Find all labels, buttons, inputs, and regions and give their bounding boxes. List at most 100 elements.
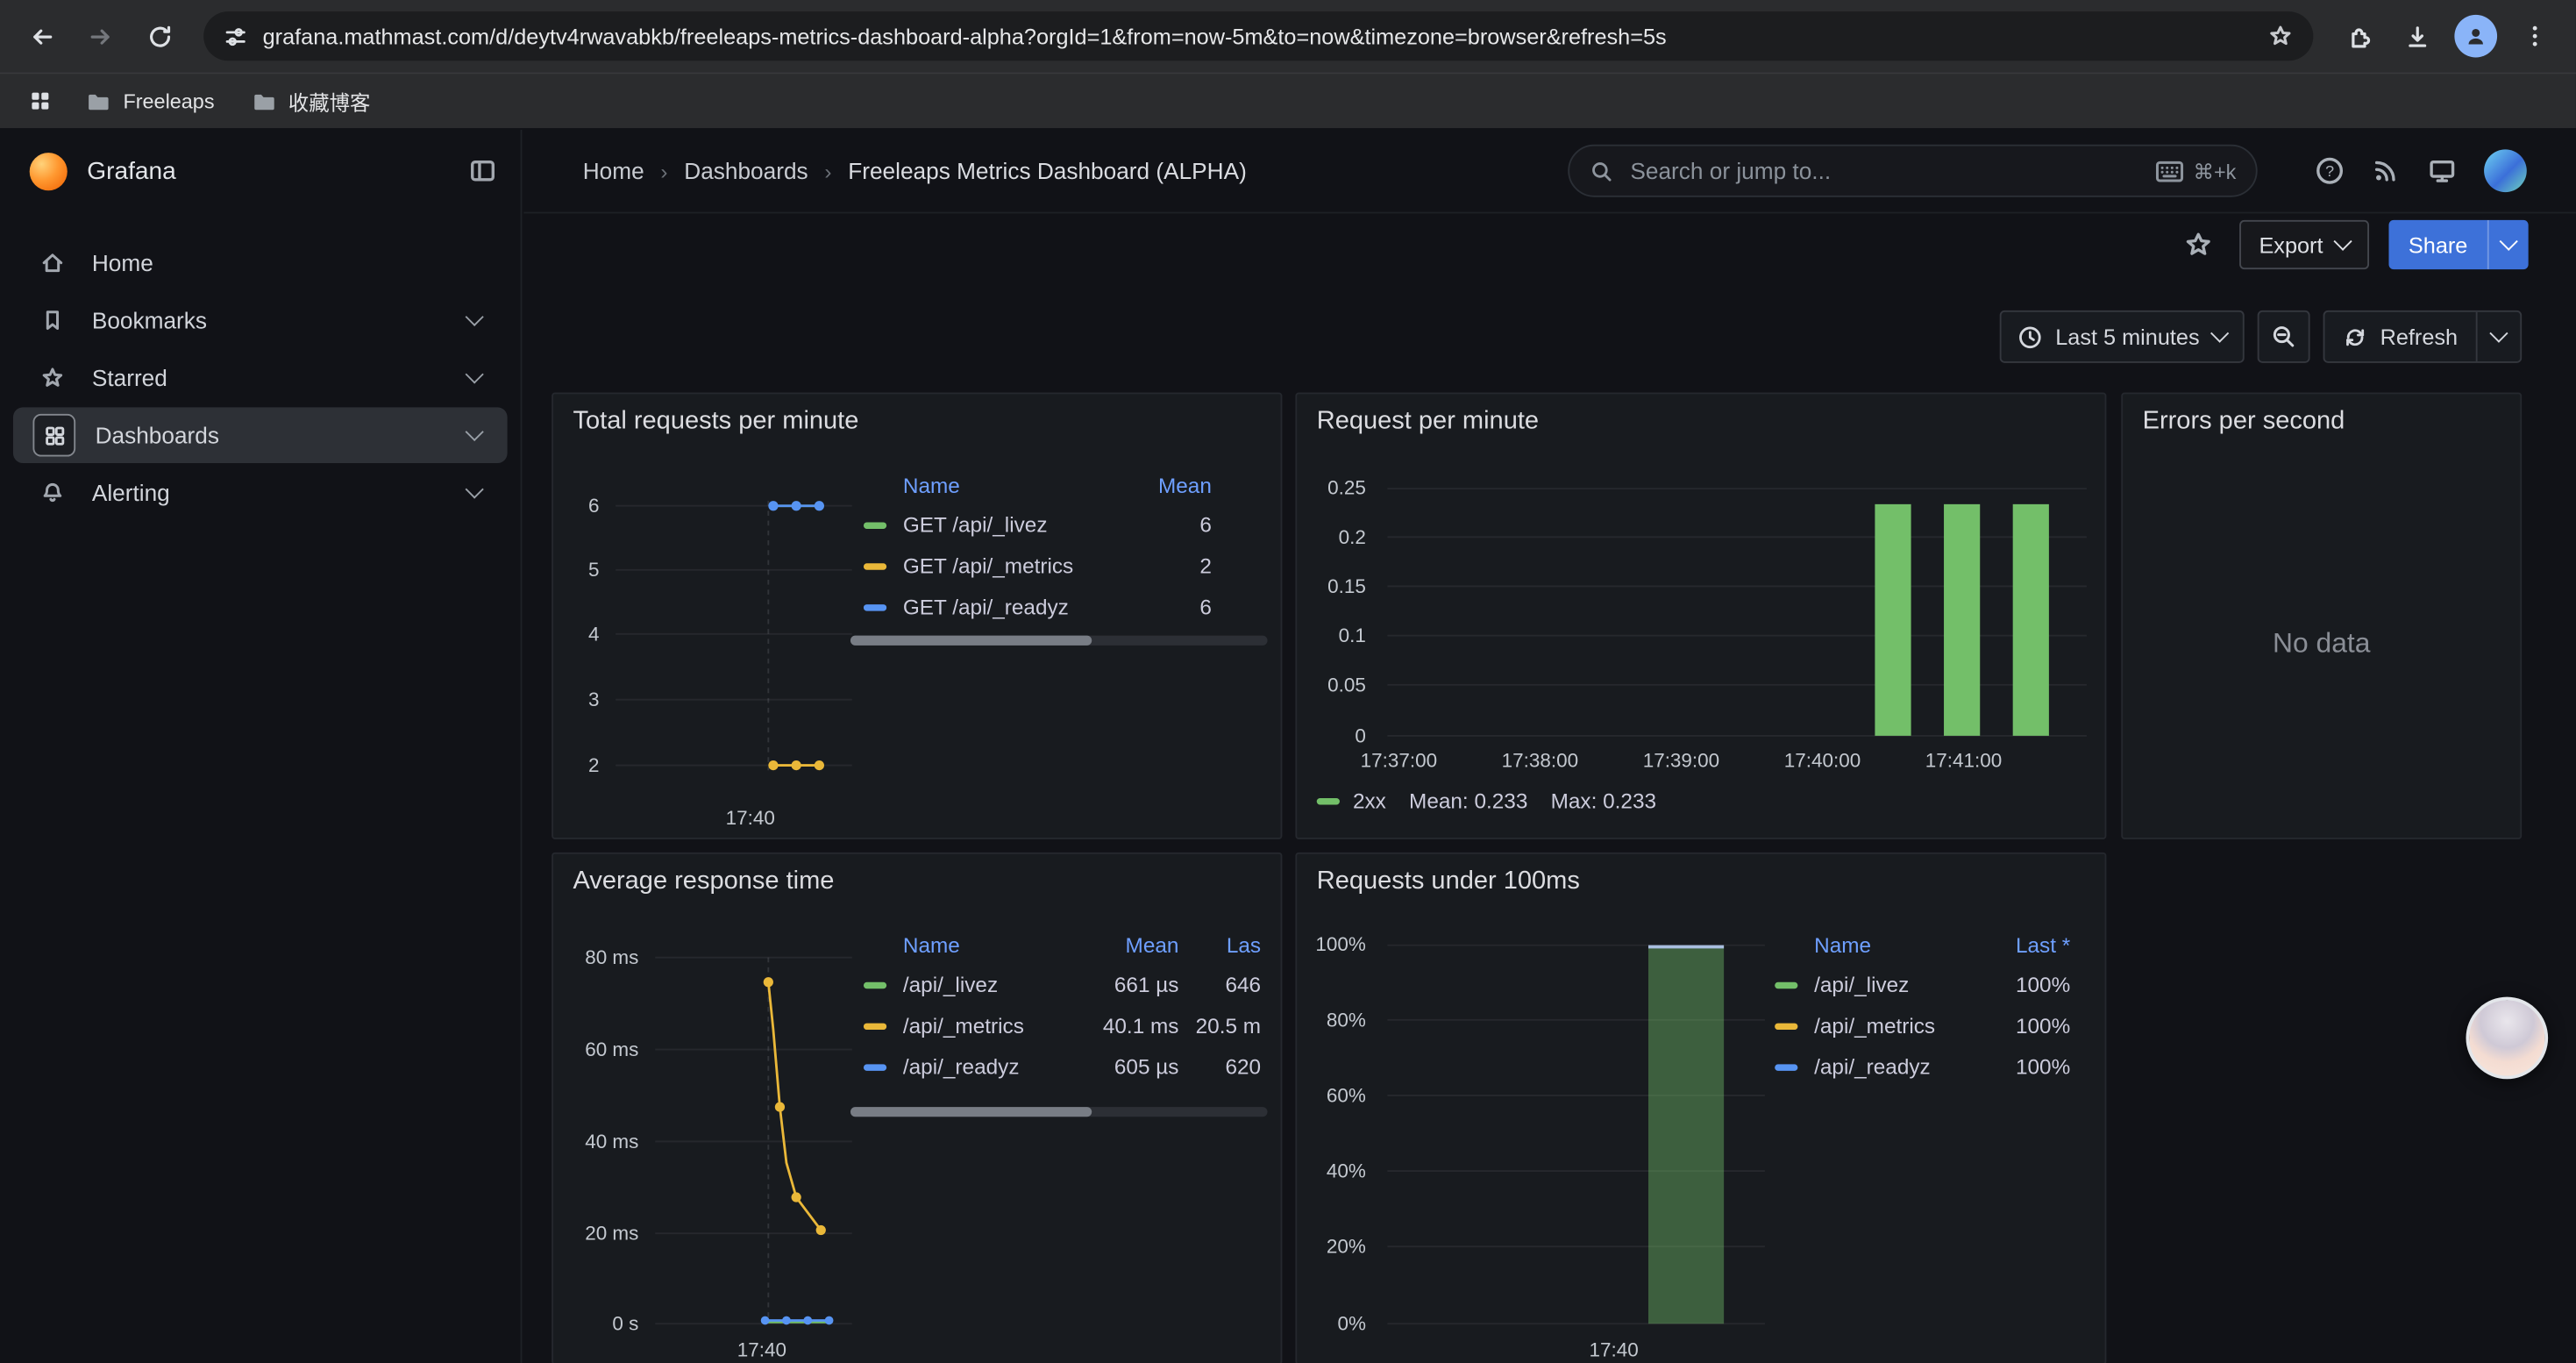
- bookmark-label: Freeleaps: [123, 89, 214, 112]
- zoom-out-icon: [2270, 324, 2296, 350]
- legend-col-name[interactable]: Name: [903, 472, 1120, 496]
- profile-avatar-circle: [2454, 15, 2497, 58]
- clock-icon: [2017, 325, 2042, 349]
- panel-title[interactable]: Average response time: [573, 867, 835, 897]
- extensions-icon[interactable]: [2330, 8, 2386, 64]
- y-tick: 80 ms: [553, 946, 638, 969]
- legend-header: Name Mean: [850, 465, 1268, 504]
- app-header: Home › Dashboards › Freeleaps Metrics Da…: [523, 130, 2576, 213]
- legend-row[interactable]: 2xx Mean: 0.233 Max: 0.233: [1317, 789, 1656, 813]
- legend-row[interactable]: /api/_metrics 100%: [1761, 1005, 2083, 1046]
- y-tick: 0 s: [553, 1312, 638, 1335]
- user-avatar[interactable]: [2484, 149, 2527, 192]
- tune-icon[interactable]: [224, 24, 248, 48]
- chart-plot-avg-response[interactable]: [655, 945, 852, 1338]
- grafana-logo[interactable]: [30, 152, 68, 189]
- share-menu-chevron[interactable]: [2487, 220, 2529, 269]
- zoom-out-button[interactable]: [2257, 310, 2309, 363]
- scrollbar-thumb[interactable]: [850, 636, 1092, 646]
- bookmark-folder-freeleaps[interactable]: Freeleaps: [72, 80, 227, 123]
- y-tick: 0: [1297, 724, 1366, 747]
- share-button[interactable]: Share: [2388, 220, 2528, 269]
- x-tick: 17:40: [713, 1338, 811, 1361]
- sidebar-item-dashboards[interactable]: Dashboards: [13, 407, 508, 463]
- legend-row[interactable]: GET /api/_readyz 6: [850, 586, 1268, 627]
- sidebar-toggle-icon[interactable]: [468, 156, 498, 186]
- search-input[interactable]: [1627, 156, 2143, 186]
- chevron-down-icon: [466, 423, 484, 441]
- y-tick: 3: [553, 689, 599, 711]
- legend-scrollbar[interactable]: [850, 636, 1268, 646]
- time-range-picker[interactable]: Last 5 minutes: [2000, 310, 2245, 363]
- help-icon[interactable]: ?: [2315, 156, 2345, 186]
- legend-row[interactable]: /api/_livez 661 µs 646: [850, 964, 1268, 1005]
- panel-title[interactable]: Request per minute: [1317, 407, 1539, 437]
- series-color-swatch: [1775, 1063, 1797, 1069]
- sidebar-item-bookmarks[interactable]: Bookmarks: [13, 292, 508, 348]
- dashboards-grid-icon: [32, 414, 75, 457]
- back-button[interactable]: [13, 8, 69, 64]
- legend-row[interactable]: /api/_livez 100%: [1761, 964, 2083, 1005]
- y-tick: 100%: [1297, 933, 1366, 956]
- panel-title[interactable]: Requests under 100ms: [1317, 867, 1580, 897]
- sidebar-item-starred[interactable]: Starred: [13, 350, 508, 406]
- chart-plot-under-100ms[interactable]: [1387, 945, 1765, 1325]
- legend-col-name[interactable]: Name: [1814, 932, 1978, 957]
- export-button[interactable]: Export: [2239, 220, 2369, 269]
- series-color-swatch: [1775, 1023, 1797, 1029]
- y-tick: 5: [553, 559, 599, 582]
- home-icon: [32, 243, 72, 282]
- news-rss-icon[interactable]: [2371, 156, 2401, 186]
- legend-row[interactable]: GET /api/_metrics 2: [850, 546, 1268, 587]
- sidebar-item-label: Dashboards: [96, 422, 219, 448]
- y-tick: 6: [553, 495, 599, 517]
- y-tick: 2: [553, 753, 599, 776]
- legend-col-mean[interactable]: Mean: [1061, 932, 1179, 957]
- downloads-icon[interactable]: [2388, 8, 2444, 64]
- scrollbar-thumb[interactable]: [850, 1107, 1092, 1117]
- breadcrumb-dashboards[interactable]: Dashboards: [684, 158, 808, 184]
- legend-row[interactable]: /api/_readyz 100%: [1761, 1046, 2083, 1088]
- reload-button[interactable]: [132, 8, 188, 64]
- address-bar[interactable]: grafana.mathmast.com/d/deytv4rwavabkb/fr…: [203, 11, 2313, 61]
- kiosk-monitor-icon[interactable]: [2427, 156, 2459, 186]
- search-bar[interactable]: ⌘+k: [1568, 145, 2257, 197]
- series-max: Max: 0.233: [1551, 789, 1656, 813]
- url-text[interactable]: grafana.mathmast.com/d/deytv4rwavabkb/fr…: [263, 24, 2252, 48]
- x-tick: 17:40:00: [1765, 749, 1880, 772]
- apps-grid-icon[interactable]: [17, 78, 62, 124]
- legend-table: Name Last * /api/_livez 100% /api/_metri…: [1761, 924, 2083, 1087]
- breadcrumb-home[interactable]: Home: [583, 158, 644, 184]
- forward-button[interactable]: [72, 8, 128, 64]
- legend-col-last[interactable]: Las: [1178, 932, 1261, 957]
- sidebar-item-alerting[interactable]: Alerting: [13, 465, 508, 521]
- legend-scrollbar[interactable]: [850, 1107, 1268, 1117]
- sidebar-item-label: Bookmarks: [92, 307, 207, 333]
- legend-row[interactable]: /api/_metrics 40.1 ms 20.5 m: [850, 1005, 1268, 1046]
- bookmark-star-icon[interactable]: [2267, 23, 2294, 49]
- legend-col-mean[interactable]: Mean: [1120, 472, 1212, 496]
- legend-col-name[interactable]: Name: [903, 932, 1061, 957]
- legend-header: Name Last *: [1761, 924, 2083, 964]
- grafana-sidebar: Grafana Home Bookmarks: [0, 130, 522, 1363]
- panel-title[interactable]: Total requests per minute: [573, 407, 859, 437]
- chart-plot-request-per-minute[interactable]: [1387, 488, 2087, 738]
- y-tick: 80%: [1297, 1009, 1366, 1031]
- legend-col-last[interactable]: Last *: [1978, 932, 2070, 957]
- favorite-star-icon[interactable]: [2183, 230, 2213, 260]
- folder-icon: [85, 88, 111, 114]
- legend-row[interactable]: /api/_readyz 605 µs 620: [850, 1046, 1268, 1088]
- browser-menu-icon[interactable]: [2507, 8, 2563, 64]
- bookmark-folder-blog[interactable]: 收藏博客: [238, 80, 384, 123]
- legend-row[interactable]: GET /api/_livez 6: [850, 504, 1268, 546]
- floating-assistant-avatar[interactable]: [2466, 997, 2548, 1080]
- refresh-interval-chevron[interactable]: [2476, 312, 2521, 361]
- series-label[interactable]: 2xx: [1353, 789, 1386, 813]
- refresh-button[interactable]: Refresh: [2323, 310, 2522, 363]
- panel-title[interactable]: Errors per second: [2143, 407, 2345, 437]
- chart-plot-total-requests[interactable]: [602, 484, 852, 800]
- sidebar-item-home[interactable]: Home: [13, 235, 508, 291]
- profile-avatar[interactable]: [2448, 8, 2504, 64]
- series-color-swatch: [1317, 797, 1340, 803]
- panel-total-requests: Total requests per minute 6 5 4 3 2 17:4…: [551, 393, 1282, 839]
